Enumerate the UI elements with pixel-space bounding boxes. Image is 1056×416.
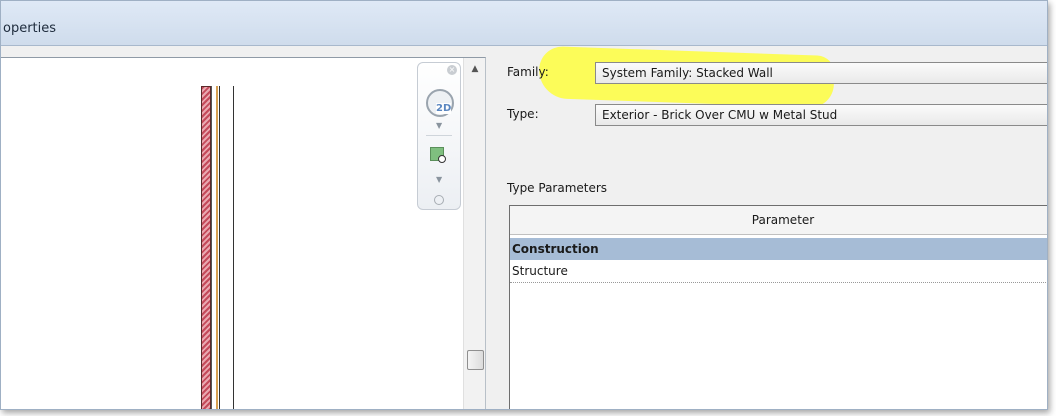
wall-stud-layer xyxy=(219,86,234,409)
navbar-options-icon[interactable] xyxy=(434,195,444,205)
type-properties-window: operties × 2D ▼ ▼ ▲ Family: System Famil… xyxy=(0,0,1048,410)
type-parameters-title: Type Parameters xyxy=(507,181,608,195)
column-header-parameter[interactable]: Parameter xyxy=(510,206,1047,235)
group-row-construction[interactable]: Construction xyxy=(510,238,1047,260)
parameter-row-structure[interactable]: Structure xyxy=(510,260,1047,283)
scrollbar-thumb[interactable] xyxy=(467,350,484,370)
preview-panel[interactable]: × 2D ▼ ▼ ▲ xyxy=(1,57,486,409)
window-title: operties xyxy=(3,21,57,36)
type-dropdown[interactable]: Exterior - Brick Over CMU w Metal Stud xyxy=(595,104,1047,126)
close-icon[interactable]: × xyxy=(447,65,457,75)
wall-membrane-layer xyxy=(216,86,218,409)
navbar-divider xyxy=(426,135,452,136)
type-label: Type: xyxy=(507,107,539,121)
chevron-down-icon[interactable]: ▼ xyxy=(436,175,442,184)
type-parameters-grid: Parameter Construction Structure xyxy=(509,205,1047,409)
scroll-up-icon[interactable]: ▲ xyxy=(464,64,485,74)
family-label: Family: xyxy=(507,65,549,79)
wall-air-layer xyxy=(211,86,215,409)
title-bar: operties xyxy=(1,1,1047,46)
wall-brick-layer xyxy=(201,86,211,409)
family-dropdown[interactable]: System Family: Stacked Wall xyxy=(595,62,1047,84)
magnifier-icon xyxy=(438,155,446,163)
steering-wheel-2d-badge: 2D xyxy=(436,103,452,114)
preview-scrollbar[interactable]: ▲ xyxy=(463,58,485,409)
chevron-down-icon[interactable]: ▼ xyxy=(436,121,442,130)
navigation-bar: × 2D ▼ ▼ xyxy=(417,62,461,210)
